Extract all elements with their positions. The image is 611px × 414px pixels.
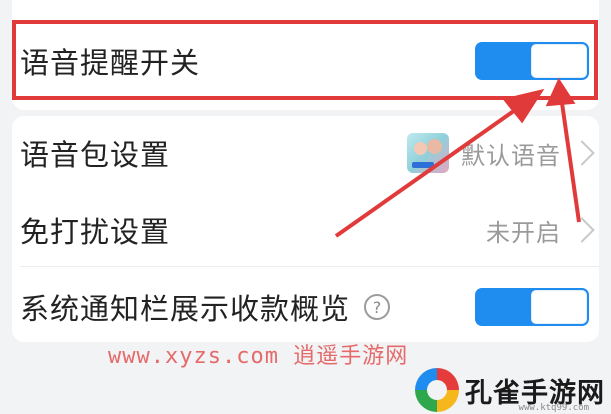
watermark-url: www.xyzs.com [108, 344, 279, 369]
arrow-head-left [502, 88, 545, 124]
arrow-line-right [559, 95, 581, 223]
watermark-site-name: 逍遥手游网 [293, 344, 409, 369]
watermark-text: www.xyzs.com 逍遥手游网 [108, 338, 408, 370]
arrow-line-left [334, 99, 530, 238]
logo-mark-icon [415, 368, 459, 412]
arrow-head-right [545, 77, 576, 107]
logo-url: www.ktq99.com [518, 403, 589, 413]
